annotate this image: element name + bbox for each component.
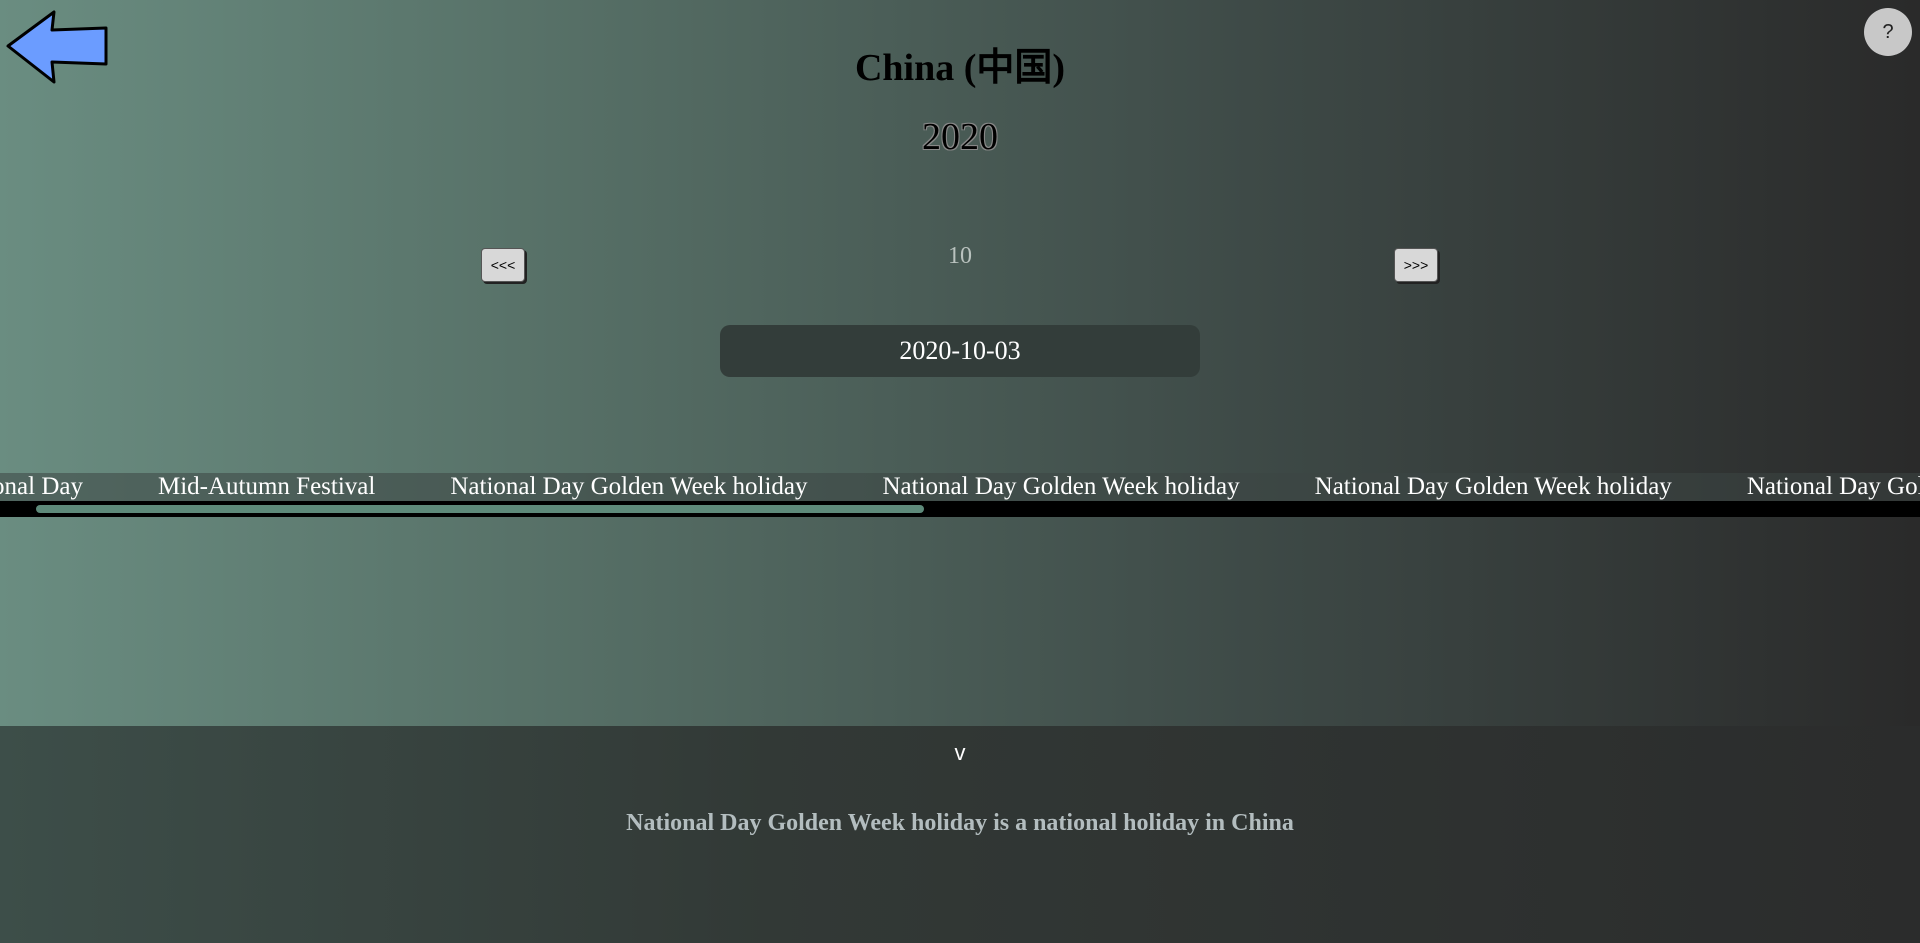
holiday-item[interactable]: National Day — [0, 473, 83, 501]
holiday-item[interactable]: National Day Golden Week holiday — [1315, 473, 1672, 501]
holiday-item[interactable]: National Day Golden Week holiday — [1747, 473, 1920, 501]
selected-date: 2020-10-03 — [720, 325, 1200, 377]
horizontal-scrollbar[interactable] — [0, 501, 1920, 517]
month-label: 10 — [948, 243, 972, 269]
holiday-list: National Day Mid-Autumn Festival Nationa… — [0, 473, 1920, 501]
holiday-item[interactable]: Mid-Autumn Festival — [158, 473, 375, 501]
holiday-description: National Day Golden Week holiday is a na… — [626, 810, 1294, 836]
holiday-item[interactable]: National Day Golden Week holiday — [883, 473, 1240, 501]
year-label: 2020 — [922, 116, 998, 158]
details-panel: v National Day Golden Week holiday is a … — [0, 726, 1920, 943]
main-panel: ? China (中国) 2020 <<< 10 >>> 2020-10-03 … — [0, 0, 1920, 726]
collapse-toggle[interactable]: v — [0, 740, 1920, 766]
holiday-item[interactable]: National Day Golden Week holiday — [450, 473, 807, 501]
next-month-button[interactable]: >>> — [1394, 248, 1438, 282]
holiday-strip[interactable]: National Day Mid-Autumn Festival Nationa… — [0, 473, 1920, 501]
country-title: China (中国) — [854, 47, 1066, 89]
scrollbar-thumb[interactable] — [36, 505, 924, 513]
